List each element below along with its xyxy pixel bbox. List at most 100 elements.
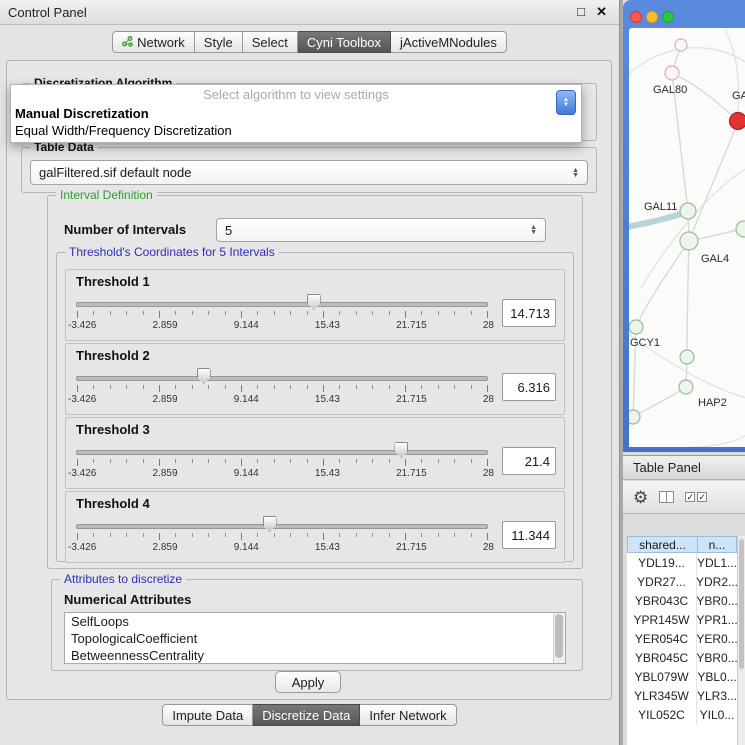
- table-cell[interactable]: YBR0...: [697, 591, 737, 610]
- threshold-value-field[interactable]: 6.316: [502, 373, 556, 401]
- list-scrollbar-thumb[interactable]: [555, 614, 563, 658]
- table-scrollbar-thumb[interactable]: [739, 539, 744, 669]
- table-row[interactable]: YBL079WYBL0...: [627, 667, 737, 686]
- network-node[interactable]: [629, 320, 643, 334]
- tick-mark: [192, 311, 193, 315]
- tick-mark: [290, 311, 291, 315]
- slider-track[interactable]: [76, 302, 488, 307]
- table-row[interactable]: YIL052CYIL0...: [627, 705, 737, 724]
- tab-network[interactable]: Network: [112, 31, 195, 53]
- table-cell[interactable]: YIL0...: [697, 705, 737, 724]
- table-cell[interactable]: YDL1...: [697, 553, 737, 572]
- column-header-name[interactable]: n...: [698, 537, 736, 552]
- threshold-slider[interactable]: -3.4262.8599.14415.4321.71528: [76, 367, 488, 407]
- slider-thumb[interactable]: [263, 516, 277, 532]
- numerical-attributes-list[interactable]: SelfLoopsTopologicalCoefficientBetweenne…: [64, 612, 566, 664]
- table-cell[interactable]: YBL079W: [627, 667, 697, 686]
- tick-mark: [274, 311, 275, 315]
- slider-thumb[interactable]: [197, 368, 211, 384]
- network-node[interactable]: [675, 39, 687, 51]
- checkbox-icon[interactable]: [697, 492, 707, 502]
- mac-zoom-button[interactable]: [662, 11, 674, 23]
- checkbox-icon[interactable]: [685, 492, 695, 502]
- table-cell[interactable]: YBR0...: [697, 648, 737, 667]
- tab-infer-network[interactable]: Infer Network: [360, 704, 456, 726]
- table-row[interactable]: YPR145WYPR1...: [627, 610, 737, 629]
- table-row[interactable]: YBR045CYBR0...: [627, 648, 737, 667]
- close-window-icon[interactable]: ✕: [596, 4, 607, 20]
- network-node[interactable]: [665, 66, 679, 80]
- attribute-list-item[interactable]: TopologicalCoefficient: [65, 630, 565, 647]
- table-row[interactable]: YLR345WYLR3...: [627, 686, 737, 705]
- slider-thumb[interactable]: [307, 294, 321, 310]
- table-cell[interactable]: YDR2...: [697, 572, 737, 591]
- threshold-slider[interactable]: -3.4262.8599.14415.4321.71528: [76, 293, 488, 333]
- slider-ticks: [77, 533, 487, 541]
- table-cell[interactable]: YLR345W: [627, 686, 697, 705]
- network-node[interactable]: [629, 410, 640, 424]
- number-of-intervals-combo[interactable]: 5: [216, 218, 546, 242]
- table-cell[interactable]: YLR3...: [697, 686, 737, 705]
- tick-label: 9.144: [234, 542, 259, 553]
- table-cell[interactable]: YER054C: [627, 629, 697, 648]
- table-row[interactable]: YER054CYER0...: [627, 629, 737, 648]
- tick-label: 28: [483, 394, 494, 405]
- network-node[interactable]: [680, 203, 696, 219]
- table-cell[interactable]: YPR145W: [627, 610, 697, 629]
- threshold-value-field[interactable]: 14.713: [502, 299, 556, 327]
- mac-minimize-button[interactable]: [646, 11, 658, 23]
- table-cell[interactable]: YBR043C: [627, 591, 697, 610]
- columns-icon[interactable]: [659, 491, 674, 503]
- apply-button[interactable]: Apply: [275, 671, 341, 693]
- threshold-value-field[interactable]: 21.4: [502, 447, 556, 475]
- tick-label: 21.715: [396, 320, 427, 331]
- slider-thumb[interactable]: [394, 442, 408, 458]
- tab-cyni-toolbox[interactable]: Cyni Toolbox: [298, 31, 391, 53]
- tick-label: -3.426: [68, 320, 96, 331]
- tick-mark: [372, 533, 373, 537]
- network-node[interactable]: [679, 380, 693, 394]
- table-cell[interactable]: YIL052C: [627, 705, 697, 724]
- network-node[interactable]: [680, 350, 694, 364]
- table-row[interactable]: YDL19...YDL1...: [627, 553, 737, 572]
- attribute-list-item[interactable]: SelfLoops: [65, 613, 565, 630]
- top-tab-bar: NetworkStyleSelectCyni Toolbox jActiveMNo…: [0, 31, 619, 53]
- tab-select[interactable]: Select: [243, 31, 298, 53]
- algorithm-combo-stepper-icon[interactable]: [556, 90, 576, 115]
- attribute-list-item[interactable]: BetweennessCentrality: [65, 647, 565, 664]
- list-scrollbar[interactable]: [553, 613, 565, 663]
- table-cell[interactable]: YDR27...: [627, 572, 697, 591]
- table-scrollbar[interactable]: [737, 536, 745, 745]
- float-window-icon[interactable]: □: [577, 4, 585, 19]
- tab-jactivemnodules[interactable]: jActiveMNodules: [391, 31, 507, 53]
- network-node-selected[interactable]: [730, 113, 745, 130]
- mac-close-button[interactable]: [630, 11, 642, 23]
- slider-track[interactable]: [76, 524, 488, 529]
- threshold-slider[interactable]: -3.4262.8599.14415.4321.71528: [76, 441, 488, 481]
- threshold-slider[interactable]: -3.4262.8599.14415.4321.71528: [76, 515, 488, 555]
- table-cell[interactable]: YPR1...: [697, 610, 737, 629]
- tick-label: 28: [483, 468, 494, 479]
- network-canvas[interactable]: GAL80 GA GAL11 GAL4 GCY1 HAP2: [629, 28, 745, 447]
- table-cell[interactable]: YER0...: [697, 629, 737, 648]
- algorithm-option-manual[interactable]: Manual Discretization: [11, 105, 581, 122]
- algorithm-dropdown-popup: Select algorithm to view settings Manual…: [10, 84, 582, 143]
- algorithm-option-equal-width[interactable]: Equal Width/Frequency Discretization: [11, 122, 581, 139]
- tab-label: jActiveMNodules: [400, 35, 497, 50]
- table-row[interactable]: YDR27...YDR2...: [627, 572, 737, 591]
- table-cell[interactable]: YBL0...: [697, 667, 737, 686]
- threshold-value-field[interactable]: 11.344: [502, 521, 556, 549]
- table-cell[interactable]: YDL19...: [627, 553, 697, 572]
- table-row[interactable]: YBR043CYBR0...: [627, 591, 737, 610]
- slider-track[interactable]: [76, 450, 488, 455]
- slider-track[interactable]: [76, 376, 488, 381]
- table-data-combo[interactable]: galFiltered.sif default node: [30, 160, 588, 185]
- tab-style[interactable]: Style: [195, 31, 243, 53]
- network-node[interactable]: [680, 232, 698, 250]
- column-header-shared-name[interactable]: shared...: [628, 537, 698, 552]
- tab-impute-data[interactable]: Impute Data: [162, 704, 253, 726]
- table-cell[interactable]: YBR045C: [627, 648, 697, 667]
- tab-discretize-data[interactable]: Discretize Data: [253, 704, 360, 726]
- gear-icon[interactable]: [633, 489, 648, 506]
- network-node[interactable]: [736, 221, 745, 237]
